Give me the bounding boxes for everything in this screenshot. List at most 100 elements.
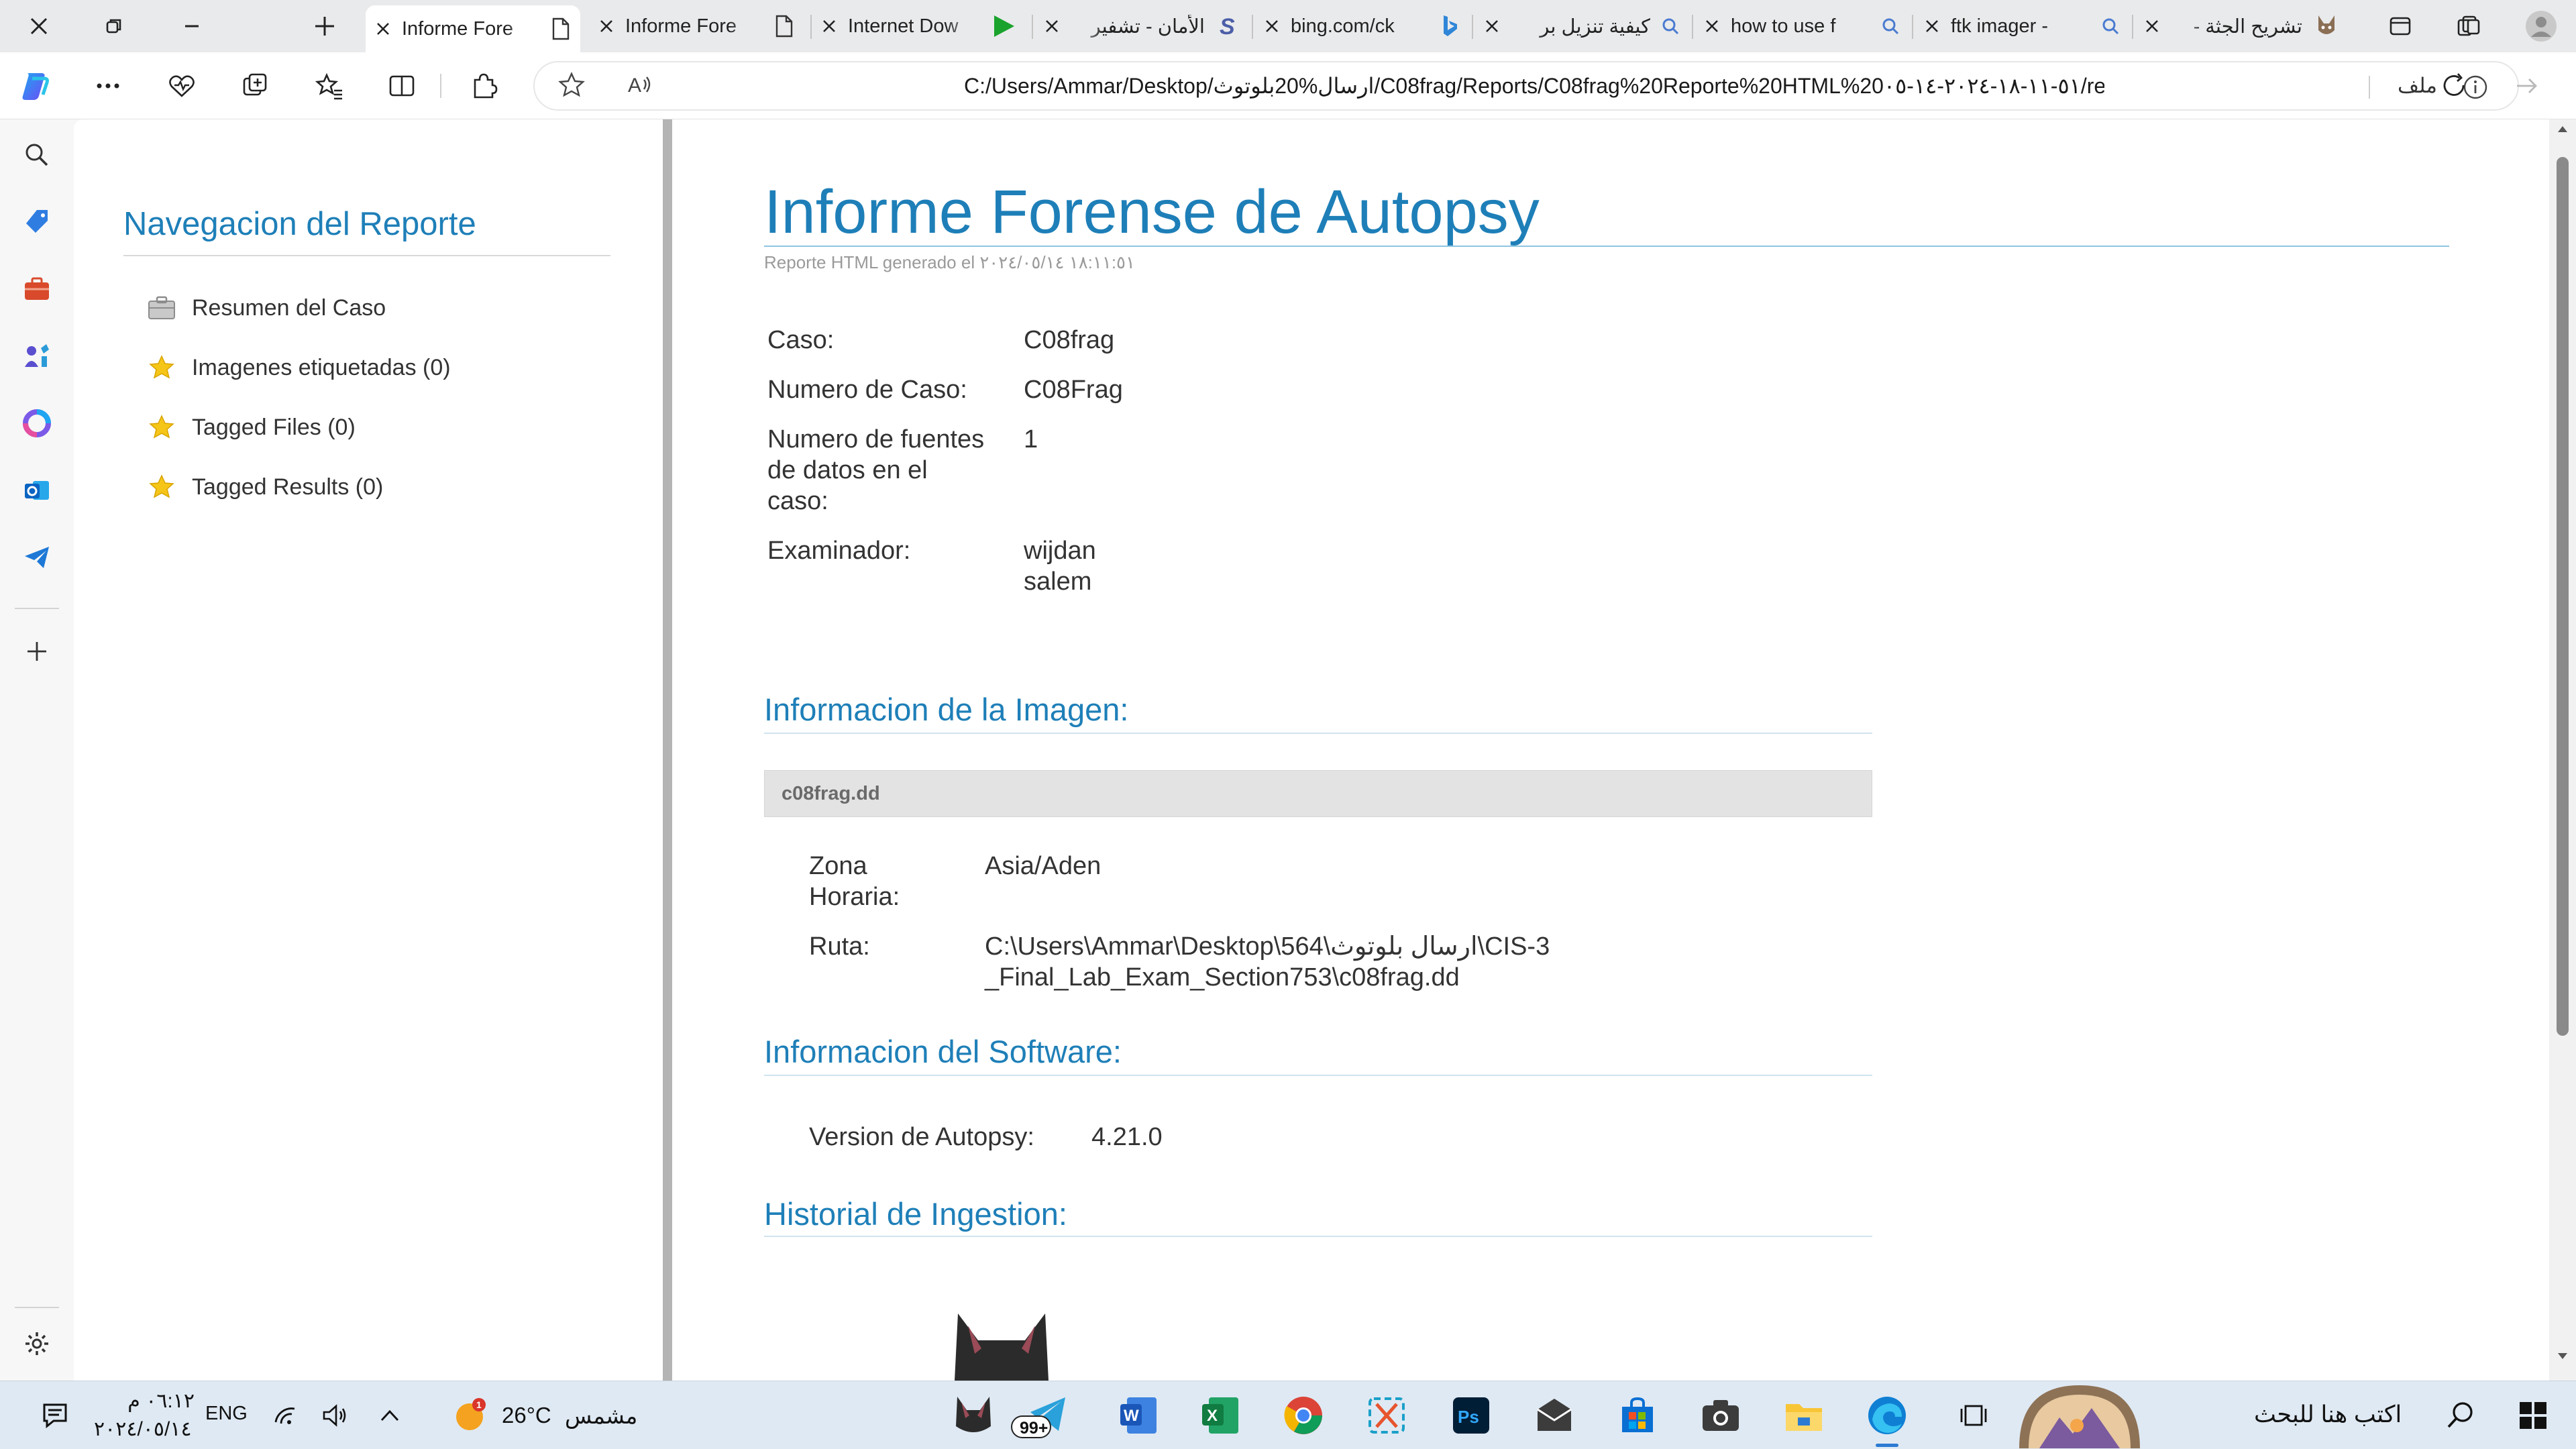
wifi-icon[interactable]: [268, 1391, 302, 1440]
autopsy-dog-icon: [2313, 13, 2340, 40]
nav-item-label[interactable]: Tagged Files (0): [192, 415, 356, 441]
weather-condition[interactable]: مشمس: [565, 1403, 637, 1429]
tab-close-icon[interactable]: [1484, 18, 1500, 34]
tab-report-active[interactable]: Informe Fore: [366, 5, 580, 52]
tab-autopsy-arabic[interactable]: تشريح الجثة -: [2135, 5, 2349, 47]
scroll-up-icon[interactable]: [2557, 125, 2568, 133]
tab-close-icon[interactable]: [1704, 18, 1720, 34]
browser-essentials-icon[interactable]: [160, 66, 204, 106]
tab-close-icon[interactable]: [1924, 18, 1940, 34]
search-icon: [2101, 17, 2120, 36]
volume-icon[interactable]: [318, 1391, 352, 1440]
notifications-icon[interactable]: [35, 1391, 75, 1440]
url-text[interactable]: C:/Users/Ammar/Desktop/ارسال%20بلوتوث/C0…: [964, 62, 2104, 109]
nav-title: Navegacion del Reporte: [123, 206, 476, 242]
favorites-icon[interactable]: [307, 66, 352, 106]
tab-close-icon[interactable]: [1044, 18, 1060, 34]
search-icon[interactable]: [13, 131, 60, 178]
read-aloud-icon[interactable]: A: [618, 65, 662, 105]
file-explorer-icon[interactable]: [1779, 1391, 1829, 1440]
path-value: C:\Users\Ammar\Desktop\564\ارسال بلوتوث\…: [985, 932, 1550, 991]
taskbar-search-icon[interactable]: [2440, 1391, 2481, 1440]
nav-item-label[interactable]: Resumen del Caso: [192, 295, 386, 321]
forward-icon[interactable]: [2505, 66, 2549, 106]
add-sidebar-app-icon[interactable]: [13, 628, 60, 675]
nav-item-tagged-results[interactable]: Tagged Results (0): [148, 470, 383, 504]
mail-app-icon[interactable]: [1529, 1391, 1579, 1440]
task-view-icon[interactable]: [1952, 1391, 1995, 1440]
tab-close-icon[interactable]: [375, 21, 391, 37]
tab-security-encryption[interactable]: الأمان - تشفير S: [1034, 5, 1249, 47]
nav-item-label[interactable]: Imagenes etiquetadas (0): [192, 355, 451, 381]
vertical-scrollbar[interactable]: [2549, 119, 2576, 1381]
tab-close-icon[interactable]: [821, 18, 837, 34]
minimize-window-icon[interactable]: [162, 6, 221, 46]
taskbar-search-input[interactable]: اكتب هنا للبحث: [2254, 1401, 2402, 1428]
weather-sun-icon[interactable]: 1: [448, 1391, 491, 1440]
nav-item-case-summary[interactable]: Resumen del Caso: [148, 291, 386, 325]
bing-icon: [1440, 14, 1460, 38]
microsoft365-icon[interactable]: [13, 400, 60, 447]
clock-time[interactable]: ٠٦:١٢ م: [101, 1389, 195, 1413]
send-icon[interactable]: [13, 534, 60, 581]
collections-icon[interactable]: [2439, 6, 2498, 46]
tools-briefcase-icon[interactable]: [13, 266, 60, 313]
tab-ftk-imager[interactable]: ftk imager -: [1915, 5, 2129, 47]
scroll-down-icon[interactable]: [2557, 1352, 2568, 1360]
case-number-value: C08Frag: [1024, 376, 1123, 404]
tab-download-search[interactable]: كيفية تنزيل بر: [1474, 5, 1689, 47]
workspaces-icon[interactable]: [233, 66, 278, 106]
outlook-icon[interactable]: [13, 467, 60, 514]
tab-actions-icon[interactable]: [2371, 6, 2430, 46]
tab-title: Informe Fore: [402, 17, 513, 40]
ingest-history-heading: Historial de Ingestion:: [764, 1196, 1067, 1232]
browser-toolbar: A C:/Users/Ammar/Desktop/ارسال%20بلوتوث/…: [0, 52, 2576, 119]
shopping-tag-icon[interactable]: [13, 199, 60, 246]
clock-date[interactable]: ٢٠٢٤/٠٥/١٤: [94, 1417, 195, 1441]
refresh-icon[interactable]: [2432, 66, 2477, 106]
excel-app-icon[interactable]: X: [1195, 1391, 1245, 1440]
restore-window-icon[interactable]: [85, 6, 144, 46]
snipping-tool-icon[interactable]: [1362, 1391, 1411, 1440]
frame-divider[interactable]: [663, 119, 672, 1381]
extensions-icon[interactable]: [462, 66, 506, 106]
search-highlight-icon[interactable]: [2012, 1381, 2147, 1448]
language-indicator[interactable]: ENG: [205, 1403, 248, 1425]
camera-app-icon[interactable]: [1696, 1391, 1746, 1440]
profile-avatar-icon[interactable]: [2512, 6, 2571, 46]
photoshop-app-icon[interactable]: Ps: [1446, 1391, 1496, 1440]
nav-item-tagged-images[interactable]: Imagenes etiquetadas (0): [148, 351, 451, 384]
tab-how-to-use[interactable]: how to use f: [1695, 5, 1909, 47]
word-app-icon[interactable]: W: [1114, 1391, 1163, 1440]
chrome-app-icon[interactable]: [1279, 1391, 1328, 1440]
address-bar[interactable]: A C:/Users/Ammar/Desktop/ارسال%20بلوتوث/…: [533, 61, 2519, 111]
tab-internet-download[interactable]: Internet Dow: [812, 5, 1026, 47]
chevron-up-icon[interactable]: [373, 1391, 407, 1440]
tab-close-icon[interactable]: [598, 18, 614, 34]
tab-close-icon[interactable]: [1264, 18, 1280, 34]
tab-bing[interactable]: bing.com/ck: [1254, 5, 1469, 47]
nav-item-label[interactable]: Tagged Results (0): [192, 474, 383, 500]
autopsy-app-icon[interactable]: [949, 1391, 998, 1440]
games-icon[interactable]: [13, 333, 60, 380]
windows-taskbar: ٠٦:١٢ م ٢٠٢٤/٠٥/١٤ ENG 1 26°C مشمس 99+ W…: [0, 1381, 2576, 1449]
new-tab-button[interactable]: [295, 6, 354, 46]
tab-title: تشريح الجثة -: [2193, 15, 2302, 38]
generated-timestamp: Reporte HTML generado el ١٨:١١:٥١ ٢٠٢٤/٠…: [764, 252, 1135, 272]
settings-gear-icon[interactable]: [13, 1320, 60, 1367]
windows-start-icon[interactable]: [2506, 1391, 2560, 1440]
edge-app-icon[interactable]: [1862, 1391, 1912, 1447]
more-options-icon[interactable]: [86, 66, 130, 106]
microsoft-store-icon[interactable]: [1613, 1391, 1662, 1440]
file-scheme-label[interactable]: ملف: [2398, 62, 2437, 109]
weather-temperature[interactable]: 26°C: [502, 1403, 551, 1428]
close-window-icon[interactable]: [9, 6, 68, 46]
add-favorite-star-icon[interactable]: [549, 65, 594, 105]
tab-close-icon[interactable]: [2144, 18, 2160, 34]
copilot-icon[interactable]: [13, 66, 58, 106]
scrollbar-thumb[interactable]: [2557, 157, 2569, 1036]
nav-item-tagged-files[interactable]: Tagged Files (0): [148, 411, 356, 444]
telegram-app-icon[interactable]: 99+: [1010, 1391, 1071, 1440]
tab-report-2[interactable]: Informe Fore: [589, 5, 804, 47]
split-screen-icon[interactable]: [380, 66, 424, 106]
